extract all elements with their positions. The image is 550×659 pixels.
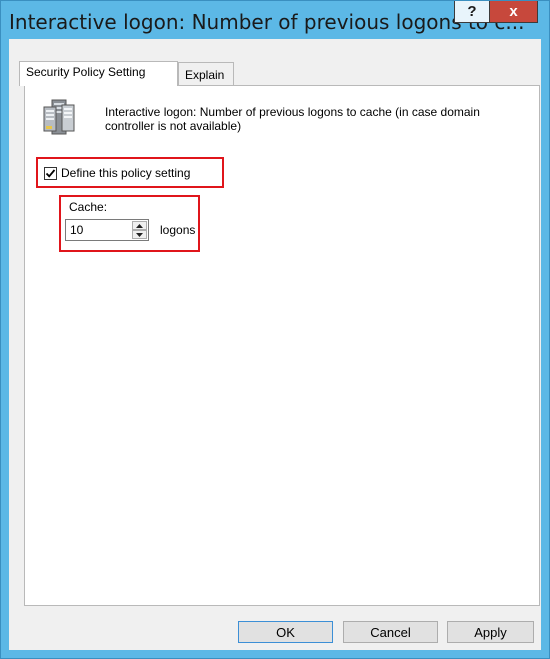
policy-dialog: Interactive logon: Number of previous lo… (0, 0, 550, 659)
cancel-button[interactable]: Cancel (343, 621, 438, 643)
define-policy-label: Define this policy setting (61, 166, 191, 180)
checkmark-icon (45, 168, 56, 178)
spin-up-button[interactable] (132, 221, 147, 230)
cache-spin-buttons (132, 221, 147, 239)
cache-value-field[interactable]: 10 (70, 223, 83, 237)
ok-button[interactable]: OK (238, 621, 333, 643)
cache-spinbox[interactable]: 10 (65, 219, 149, 241)
tab-security-policy-setting[interactable]: Security Policy Setting (19, 61, 178, 86)
close-button[interactable]: x (490, 1, 538, 23)
logons-unit-label: logons (160, 223, 196, 237)
spin-down-button[interactable] (132, 230, 147, 239)
tab-panel: Interactive logon: Number of previous lo… (24, 85, 540, 606)
cache-label: Cache: (69, 200, 108, 214)
tab-explain[interactable]: Explain (178, 62, 234, 86)
apply-button[interactable]: Apply (447, 621, 534, 643)
chevron-down-icon (136, 232, 143, 237)
policy-description: Interactive logon: Number of previous lo… (105, 105, 480, 133)
define-policy-checkbox[interactable] (44, 166, 57, 180)
dialog-client-area: Security Policy Setting Explain Interact… (9, 39, 541, 650)
title-bar[interactable]: Interactive logon: Number of previous lo… (1, 1, 549, 39)
help-button[interactable]: ? (454, 1, 490, 23)
chevron-up-icon (136, 223, 143, 228)
define-policy-row[interactable]: Define this policy setting (44, 164, 190, 182)
window-title: Interactive logon: Number of previous lo… (9, 10, 525, 34)
server-icon (43, 99, 75, 135)
